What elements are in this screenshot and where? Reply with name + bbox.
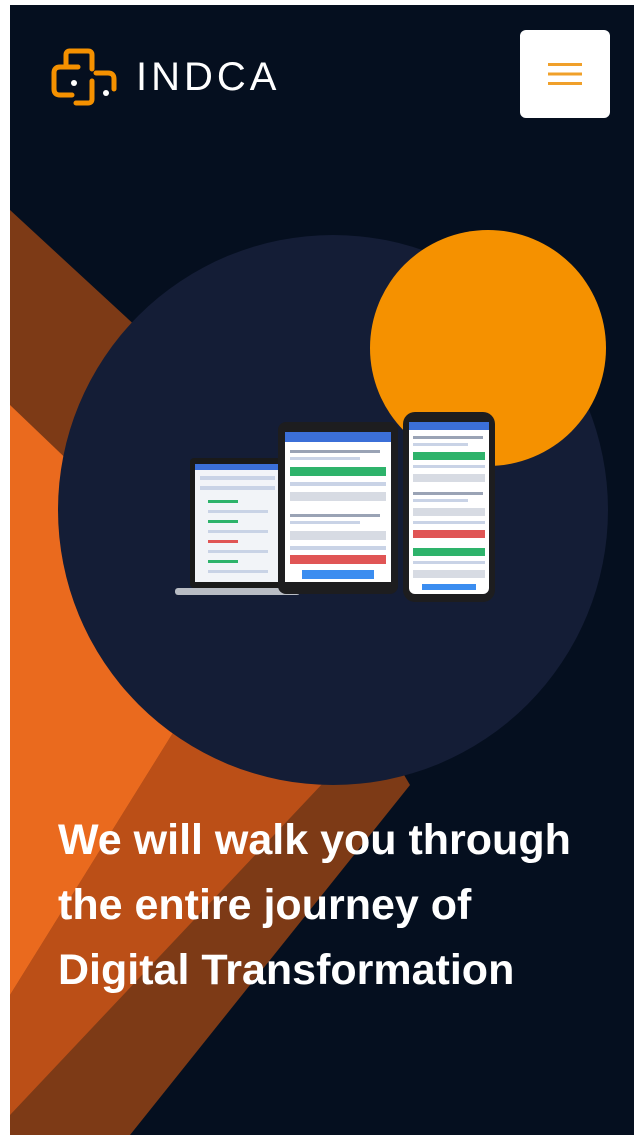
landing-page: INDCA We will walk you through the entir…: [10, 5, 634, 1135]
menu-button[interactable]: [520, 30, 610, 118]
indca-logo-mark-icon: [51, 48, 117, 106]
hamburger-icon: [548, 63, 582, 85]
brand-logo[interactable]: INDCA: [48, 45, 280, 109]
brand-name: INDCA: [136, 55, 281, 99]
multi-device-mockup-icon: [175, 412, 495, 602]
hero-headline: We will walk you through the entire jour…: [58, 816, 571, 994]
